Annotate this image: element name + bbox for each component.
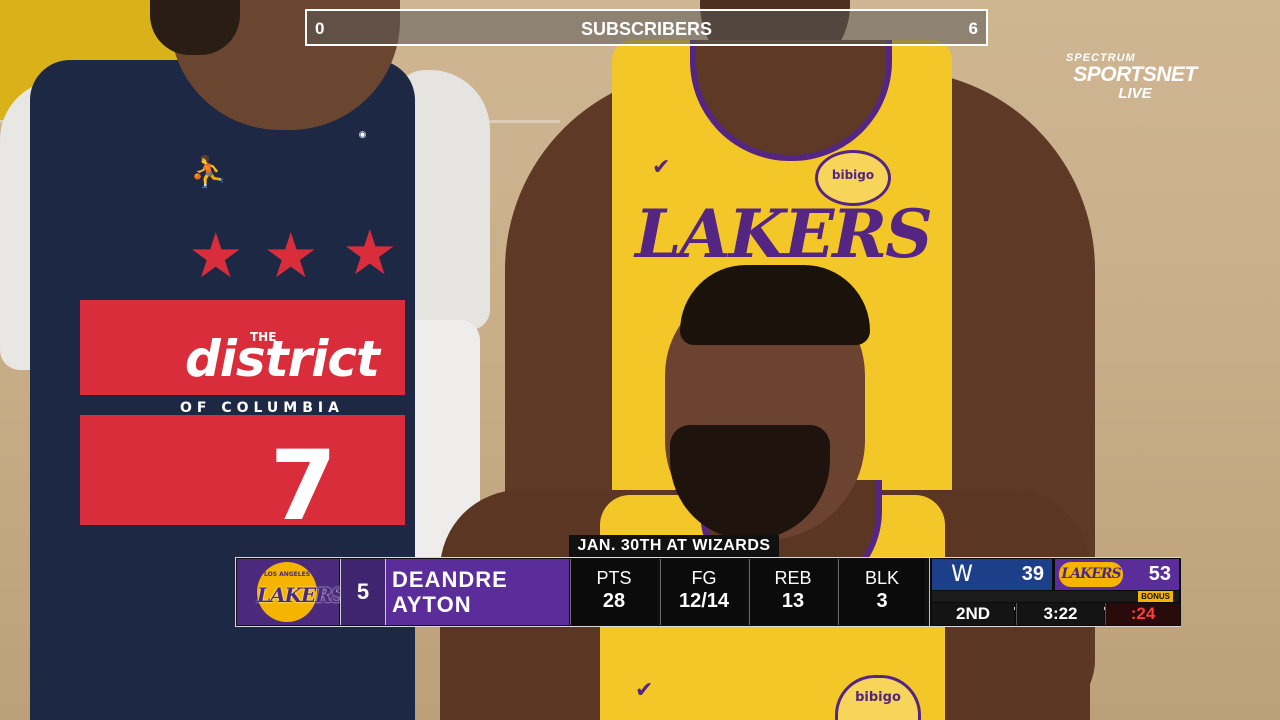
team-logo-city: LOS ANGELES (263, 571, 311, 578)
basketball-icon: LOS ANGELES LAKERS (257, 562, 345, 622)
stat-value: 3 (876, 590, 888, 612)
quarter-indicator: 2ND (932, 603, 1014, 625)
jersey-stripe (80, 415, 405, 525)
jersey-subtext: OF COLUMBIA (180, 400, 344, 416)
player-stat-lower-third: LOS ANGELES LAKERS 5 DEANDRE AYTON PTS 2… (235, 557, 1181, 627)
network-logo-line3: LIVE (1118, 85, 1152, 102)
jersey-wordmark: LAKERS (635, 195, 933, 273)
network-logo-line2: SPORTSNET (1073, 63, 1197, 86)
home-team-score-box: W 39 (932, 559, 1052, 590)
network-logo: SPECTRUM SPORTSNET LIVE (1060, 52, 1210, 107)
team-logo: LOS ANGELES LAKERS (237, 559, 345, 625)
shot-clock: :24 (1105, 603, 1180, 625)
player-last-name: AYTON (392, 592, 472, 617)
wizards-logo-icon: W (951, 562, 973, 587)
jumpman-icon: ⛹ (190, 155, 228, 190)
subscriber-counter: 0 SUBSCRIBERS 6 (305, 9, 988, 46)
stat-label: FG (691, 568, 717, 588)
player-number: 5 (340, 559, 385, 625)
star-icon: ★ (188, 219, 244, 292)
game-clock: 3:22 (1016, 603, 1104, 625)
stat-rebounds: REB 13 (749, 559, 836, 625)
player-name: DEANDRE AYTON (385, 559, 569, 625)
stat-label: PTS (596, 568, 632, 588)
stat-label: REB (774, 568, 812, 588)
stat-field-goals: FG 12/14 (660, 559, 747, 625)
star-icon: ★ (342, 216, 398, 289)
front-player-hair (680, 265, 870, 345)
scoreboard: W 39 LAKERS 53 BONUS 2ND 3:22 :24 (929, 558, 1181, 626)
stat-label: BLK (864, 568, 900, 588)
subscriber-counter-title: SUBSCRIBERS (580, 19, 713, 39)
game-clock-row: 2ND 3:22 :24 (932, 603, 1180, 625)
jersey-number: 7 (270, 430, 337, 542)
home-timeouts (938, 595, 1048, 610)
bonus-badge: BONUS (1138, 591, 1173, 602)
away-score: 53 (1148, 563, 1171, 585)
stat-value: 28 (602, 590, 626, 612)
away-team-score-box: LAKERS 53 (1055, 559, 1179, 590)
jersey-sponsor-icon: ◉ (358, 130, 367, 140)
stat-value: 13 (781, 590, 805, 612)
stat-points: PTS 28 (570, 559, 657, 625)
lakers-logo-icon: LAKERS (1059, 562, 1123, 587)
home-score: 39 (1021, 563, 1044, 585)
jersey-wordmark: district (185, 330, 380, 388)
stat-blocks: BLK 3 (838, 559, 925, 625)
broadcast-frame: ✔ bibigo LAKERS ⛹ ◉ ★ ★ ★ THE district O… (0, 0, 1280, 720)
game-context-tag: JAN. 30TH AT WIZARDS (569, 535, 779, 557)
stat-value: 12/14 (678, 590, 730, 612)
subscriber-goal-value: 6 (968, 19, 978, 38)
team-logo-wordmark: LAKERS (257, 583, 345, 607)
player-first-name: DEANDRE (392, 567, 508, 592)
swoosh-icon: ✔ (635, 678, 654, 703)
timeouts-indicator: BONUS (932, 591, 1179, 610)
swoosh-icon: ✔ (652, 155, 671, 180)
star-icon: ★ (263, 219, 319, 292)
